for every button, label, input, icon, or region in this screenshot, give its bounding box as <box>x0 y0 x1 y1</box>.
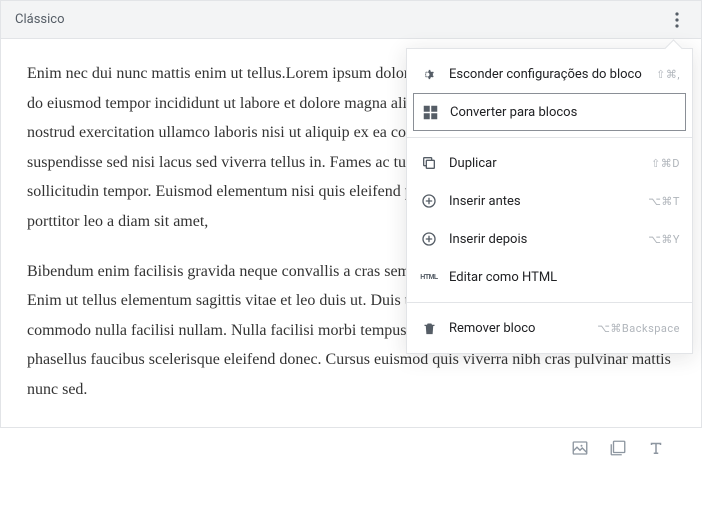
menu-item-remove-block[interactable]: Remover bloco ⌥⌘Backspace <box>407 309 692 347</box>
gear-icon <box>419 64 439 84</box>
text-tool-button[interactable] <box>646 438 666 458</box>
menu-item-convert-to-blocks[interactable]: Converter para blocos <box>413 93 686 131</box>
menu-item-label: Remover bloco <box>449 321 587 336</box>
image-tool-button[interactable] <box>570 438 590 458</box>
html-icon: HTML <box>419 267 439 287</box>
more-vertical-icon <box>675 12 679 28</box>
menu-item-shortcut: ⌥⌘T <box>648 195 680 208</box>
menu-item-label: Esconder configurações do bloco <box>449 67 646 82</box>
menu-item-shortcut: ⌥⌘Y <box>648 233 680 246</box>
more-options-button[interactable] <box>663 6 691 34</box>
menu-item-insert-before[interactable]: Inserir antes ⌥⌘T <box>407 182 692 220</box>
block-options-menu: Esconder configurações do bloco ⇧⌘, Conv… <box>406 48 693 354</box>
menu-item-label: Converter para blocos <box>450 105 679 120</box>
menu-item-insert-after[interactable]: Inserir depois ⌥⌘Y <box>407 220 692 258</box>
gallery-icon <box>609 439 627 457</box>
trash-icon <box>419 318 439 338</box>
menu-item-label: Editar como HTML <box>449 270 680 285</box>
menu-item-edit-html[interactable]: HTML Editar como HTML <box>407 258 692 296</box>
blocks-icon <box>420 102 440 122</box>
menu-item-hide-settings[interactable]: Esconder configurações do bloco ⇧⌘, <box>407 55 692 93</box>
menu-item-duplicate[interactable]: Duplicar ⇧⌘D <box>407 144 692 182</box>
text-icon <box>647 439 665 457</box>
menu-item-shortcut: ⌥⌘Backspace <box>597 322 680 335</box>
block-title: Clássico <box>15 12 65 27</box>
insert-before-icon <box>419 191 439 211</box>
menu-item-shortcut: ⇧⌘, <box>656 68 680 81</box>
block-header: Clássico <box>1 1 701 39</box>
image-icon <box>571 439 589 457</box>
bottom-toolbar <box>0 428 702 458</box>
menu-item-label: Inserir depois <box>449 232 638 247</box>
menu-item-label: Duplicar <box>449 156 641 171</box>
duplicate-icon <box>419 153 439 173</box>
menu-item-shortcut: ⇧⌘D <box>651 157 680 170</box>
gallery-tool-button[interactable] <box>608 438 628 458</box>
insert-after-icon <box>419 229 439 249</box>
menu-item-label: Inserir antes <box>449 194 638 209</box>
